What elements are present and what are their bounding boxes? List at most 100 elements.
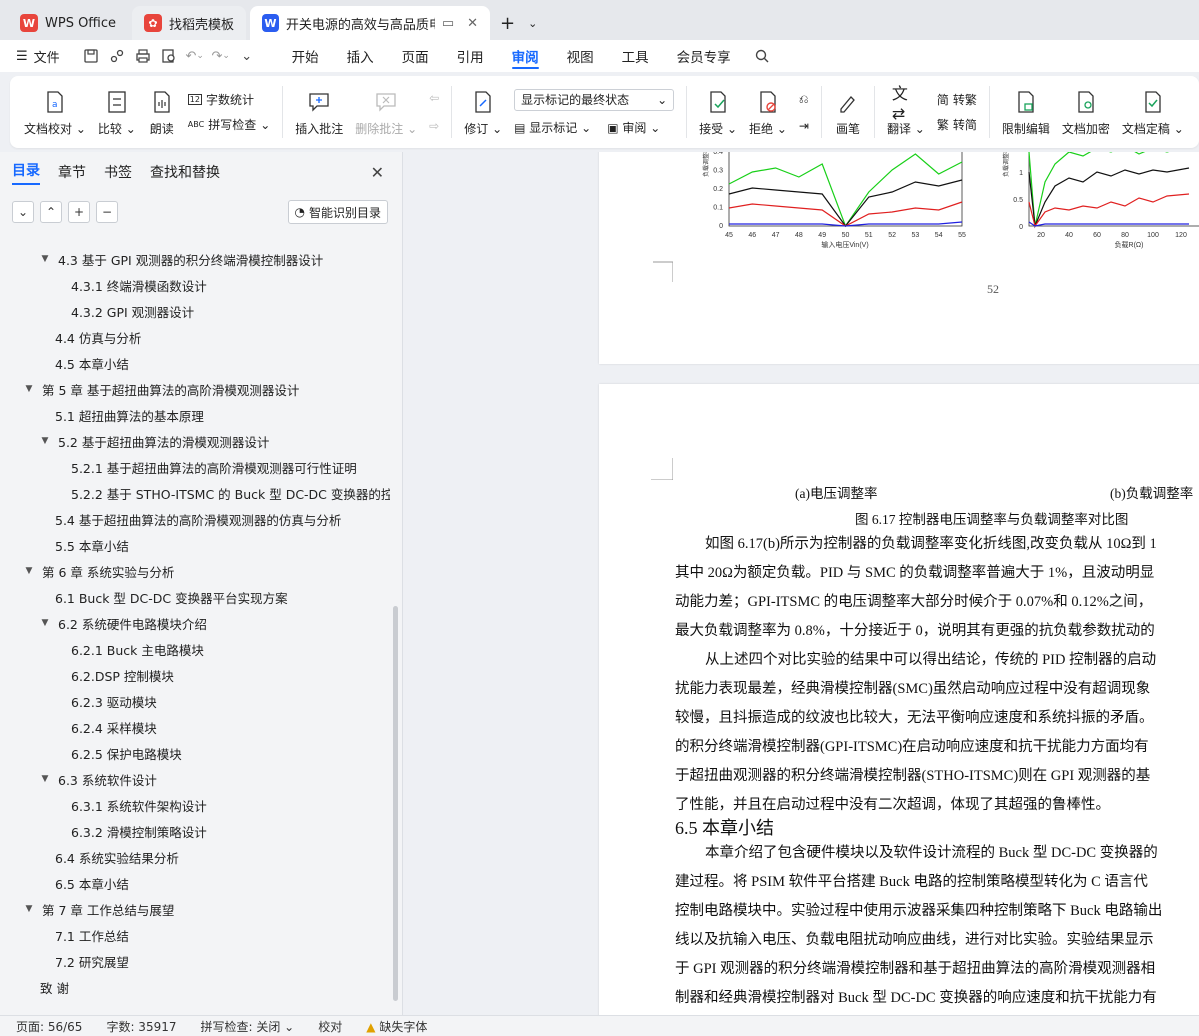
expand-triangle-icon[interactable]: ▼ (38, 436, 52, 446)
track-changes-button[interactable]: 修订 ⌄ (458, 80, 508, 144)
toc-item[interactable]: 5.5 本章小结 (0, 532, 390, 558)
print-preview-icon[interactable] (156, 45, 182, 67)
save-icon[interactable] (78, 45, 104, 67)
proofread-button[interactable]: a 文档校对 ⌄ (18, 80, 92, 144)
menu-member[interactable]: 会员专享 (663, 40, 745, 72)
accept-button[interactable]: 接受 ⌄ (693, 80, 743, 144)
expand-triangle-icon[interactable]: ▼ (22, 566, 36, 576)
toc-item[interactable]: 致 谢 (0, 974, 390, 1000)
toc-item[interactable]: 5.2.1 基于超扭曲算法的高阶滑模观测器可行性证明 (0, 454, 390, 480)
remove-heading-icon[interactable]: − (96, 201, 118, 223)
translate-button[interactable]: 文⇄ 翻译 ⌄ (881, 80, 931, 144)
show-markup-button[interactable]: ▤ 显示标记 ⌄ (514, 119, 591, 136)
toc-item[interactable]: 5.1 超扭曲算法的基本原理 (0, 402, 390, 428)
toc-item[interactable]: ▼ 6.2 系统硬件电路模块介绍 (0, 610, 390, 636)
print-icon[interactable] (130, 45, 156, 67)
expand-chevron-icon[interactable]: ⌃ (40, 201, 62, 223)
toc-item[interactable]: ▼ 第 5 章 基于超扭曲算法的高阶滑模观测器设计 (0, 376, 390, 402)
expand-triangle-icon[interactable]: ▼ (38, 618, 52, 628)
toc-item[interactable]: 4.3.1 终端滑模函数设计 (0, 272, 390, 298)
read-aloud-button[interactable]: 朗读 (142, 80, 182, 144)
toc-item[interactable]: 6.1 Buck 型 DC-DC 变换器平台实现方案 (0, 584, 390, 610)
expand-triangle-icon[interactable]: ▼ (38, 774, 52, 784)
toc-item[interactable]: ▼ 6.3 系统软件设计 (0, 766, 390, 792)
read-aloud-icon (148, 88, 176, 116)
tab-chapters[interactable]: 章节 (58, 162, 86, 182)
tab-find-replace[interactable]: 查找和替换 (150, 162, 220, 182)
reject-button[interactable]: 拒绝 ⌄ (743, 80, 793, 144)
menu-home[interactable]: 开始 (278, 40, 333, 72)
pen-button[interactable]: 画笔 (828, 80, 868, 144)
toc-item[interactable]: ▼ 第 6 章 系统实验与分析 (0, 558, 390, 584)
collapse-chevron-icon[interactable]: ⌄ (12, 201, 34, 223)
markup-state-dropdown[interactable]: 显示标记的最终状态 ⌄ (514, 88, 675, 111)
tab-toc[interactable]: 目录 (12, 160, 40, 185)
toc-item[interactable]: 6.4 系统实验结果分析 (0, 844, 390, 870)
search-icon[interactable] (749, 45, 775, 67)
toc-item[interactable]: ▼ 5.2 基于超扭曲算法的滑模观测器设计 (0, 428, 390, 454)
toc-item[interactable]: 6.5 本章小结 (0, 870, 390, 896)
close-tab-icon[interactable]: ✕ (467, 16, 478, 31)
toc-item[interactable]: ▼ 4.3 基于 GPI 观测器的积分终端滑模控制器设计 (0, 246, 390, 272)
finalize-button[interactable]: 文档定稿 ⌄ (1116, 80, 1190, 144)
review-pane-button[interactable]: ▣ 审阅 ⌄ (607, 119, 660, 136)
toc-item[interactable]: 7.1 工作总结 (0, 922, 390, 948)
word-count-button[interactable]: 12 字数统计 (187, 91, 270, 108)
toc-item[interactable]: 7.2 研究展望 (0, 948, 390, 974)
file-menu[interactable]: ☰ 文件 (16, 47, 60, 66)
proofread-status[interactable]: 校对 (318, 1018, 342, 1035)
close-panel-icon[interactable]: ✕ (371, 163, 384, 182)
redo-icon[interactable]: ↷ ⌄ (208, 45, 234, 67)
expand-triangle-icon[interactable]: ▼ (22, 904, 36, 914)
delete-comment-button[interactable]: 删除批注 ⌄ (349, 80, 423, 144)
menu-references[interactable]: 引用 (443, 40, 498, 72)
toc-item[interactable]: 6.3.2 滑模控制策略设计 (0, 818, 390, 844)
tab-template[interactable]: ✿ 找稻壳模板 (132, 6, 247, 40)
toc-scrollbar[interactable] (393, 606, 398, 1001)
toc-item[interactable]: 5.4 基于超扭曲算法的高阶滑模观测器的仿真与分析 (0, 506, 390, 532)
toc-item[interactable]: 4.5 本章小结 (0, 350, 390, 376)
toc-item[interactable]: 4.4 仿真与分析 (0, 324, 390, 350)
tab-document[interactable]: W 开关电源的高效与高品质电能 ▭ ✕ (250, 6, 491, 40)
smart-toc-button[interactable]: ◔ 智能识别目录 (287, 200, 388, 224)
menu-review[interactable]: 审阅 (498, 40, 553, 72)
toc-item[interactable]: 6.3.1 系统软件架构设计 (0, 792, 390, 818)
new-tab-button[interactable]: + ⌄ (494, 6, 543, 40)
encrypt-button[interactable]: 文档加密 (1056, 80, 1116, 144)
missing-font-status[interactable]: ▲ 缺失字体 (366, 1018, 427, 1035)
toc-item[interactable]: 6.2.3 驱动模块 (0, 688, 390, 714)
compare-button[interactable]: 比较 ⌄ (92, 80, 142, 144)
toc-item[interactable]: 6.2.DSP 控制模块 (0, 662, 390, 688)
restrict-edit-button[interactable]: 限制编辑 (996, 80, 1056, 144)
share-icon[interactable] (104, 45, 130, 67)
menu-view[interactable]: 视图 (553, 40, 608, 72)
toc-item[interactable]: 6.2.4 采样模块 (0, 714, 390, 740)
expand-triangle-icon[interactable]: ▼ (22, 384, 36, 394)
menu-tools[interactable]: 工具 (608, 40, 663, 72)
page-indicator[interactable]: 页面: 56/65 (16, 1018, 82, 1035)
to-traditional-button[interactable]: 简转繁 (937, 91, 977, 108)
insert-comment-button[interactable]: 插入批注 (289, 80, 349, 144)
next-change-icon[interactable]: ⇥ (799, 119, 809, 133)
toc-item[interactable]: 6.2.5 保护电路模块 (0, 740, 390, 766)
add-heading-icon[interactable]: + (68, 201, 90, 223)
word-count-indicator[interactable]: 字数: 35917 (106, 1018, 176, 1035)
previous-comment-icon[interactable]: ⇦ (429, 91, 439, 105)
toc-item-label: 4.3 基于 GPI 观测器的积分终端滑模控制器设计 (58, 252, 324, 268)
toc-item[interactable]: 4.3.2 GPI 观测器设计 (0, 298, 390, 324)
more-chevron-icon[interactable]: ⌄ (234, 45, 260, 67)
tab-wps-office[interactable]: W WPS Office (8, 6, 128, 40)
expand-triangle-icon[interactable]: ▼ (38, 254, 52, 264)
toc-item[interactable]: ▼ 第 7 章 工作总结与展望 (0, 896, 390, 922)
toc-item[interactable]: 6.2.1 Buck 主电路模块 (0, 636, 390, 662)
spell-check-status[interactable]: 拼写检查: 关闭 ⌄ (201, 1018, 295, 1035)
tab-bookmarks[interactable]: 书签 (104, 162, 132, 182)
toc-item[interactable]: 5.2.2 基于 STHO-ITSMC 的 Buck 型 DC-DC 变换器的控… (0, 480, 390, 506)
previous-change-icon[interactable]: ⎌ (799, 92, 809, 107)
menu-page[interactable]: 页面 (388, 40, 443, 72)
to-simplified-button[interactable]: 繁转简 (937, 116, 977, 133)
menu-insert[interactable]: 插入 (333, 40, 388, 72)
next-comment-icon[interactable]: ⇨ (429, 119, 439, 133)
spell-check-button[interactable]: ABC 拼写检查 ⌄ (188, 116, 270, 133)
undo-icon[interactable]: ↶ ⌄ (182, 45, 208, 67)
